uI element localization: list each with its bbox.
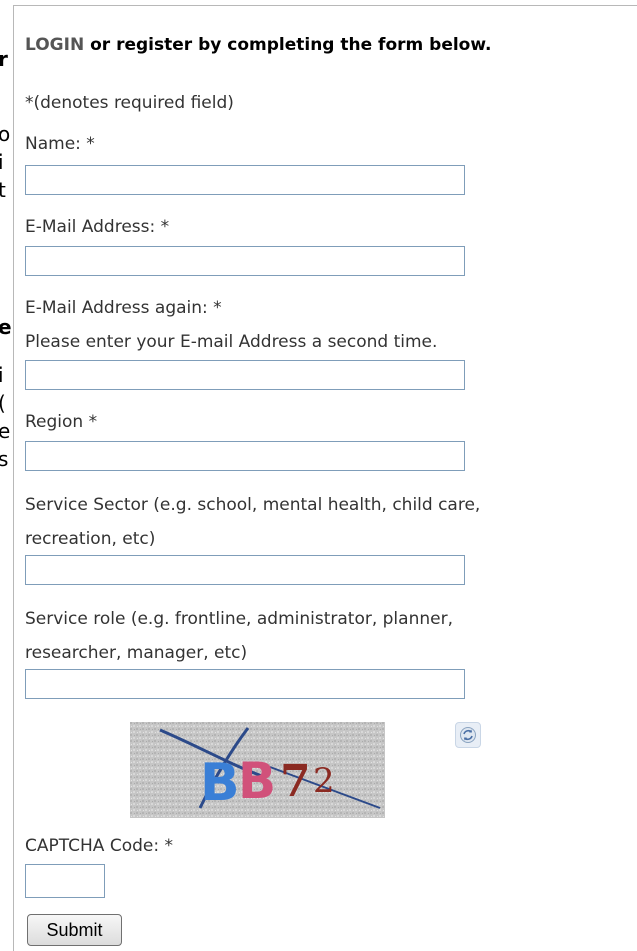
required-note: *(denotes required field) <box>25 93 234 113</box>
service-sector-label-line2: recreation, etc) <box>25 529 156 549</box>
region-input[interactable] <box>25 441 465 471</box>
captcha-refresh-button[interactable] <box>455 722 481 748</box>
email-again-input[interactable] <box>25 360 465 390</box>
captcha-code-label: CAPTCHA Code: * <box>25 836 173 856</box>
email-again-label: E-Mail Address again: * <box>25 298 222 318</box>
name-label: Name: * <box>25 134 95 154</box>
login-link[interactable]: LOGIN <box>25 35 84 55</box>
captcha-image: B B 7 2 <box>130 722 385 818</box>
left-fragment: o <box>0 122 11 146</box>
service-role-label: Service role (e.g. frontline, administra… <box>25 609 453 629</box>
captcha-char: 7 <box>280 756 311 807</box>
left-fragment: e <box>0 315 12 339</box>
captcha-char: B <box>200 753 240 813</box>
panel-border-top <box>14 5 637 6</box>
submit-button[interactable]: Submit <box>27 914 122 946</box>
captcha-char: B <box>238 752 276 810</box>
left-fragment: s <box>0 447 9 471</box>
service-role-input[interactable] <box>25 669 465 699</box>
left-fragment: ( <box>0 391 6 415</box>
service-sector-label: Service Sector (e.g. school, mental heal… <box>25 495 481 515</box>
left-truncated-content: r o i t e i ( e s <box>0 0 14 951</box>
name-input[interactable] <box>25 165 465 195</box>
left-fragment: i <box>0 363 4 387</box>
left-fragment: r <box>0 47 8 71</box>
email-input[interactable] <box>25 246 465 276</box>
captcha-char: 2 <box>313 761 335 801</box>
captcha-code-input[interactable] <box>25 864 105 898</box>
region-label: Region * <box>25 412 98 432</box>
panel-border-left <box>13 5 14 951</box>
heading-text: or register by completing the form below… <box>84 35 492 55</box>
refresh-icon <box>460 727 476 743</box>
left-fragment: e <box>0 419 11 443</box>
email-again-hint: Please enter your E-mail Address a secon… <box>25 332 438 352</box>
left-fragment: t <box>0 178 6 202</box>
service-sector-input[interactable] <box>25 555 465 585</box>
email-label: E-Mail Address: * <box>25 217 170 237</box>
left-fragment: i <box>0 150 4 174</box>
form-heading: LOGIN or register by completing the form… <box>25 35 491 55</box>
service-role-label-line2: researcher, manager, etc) <box>25 643 248 663</box>
